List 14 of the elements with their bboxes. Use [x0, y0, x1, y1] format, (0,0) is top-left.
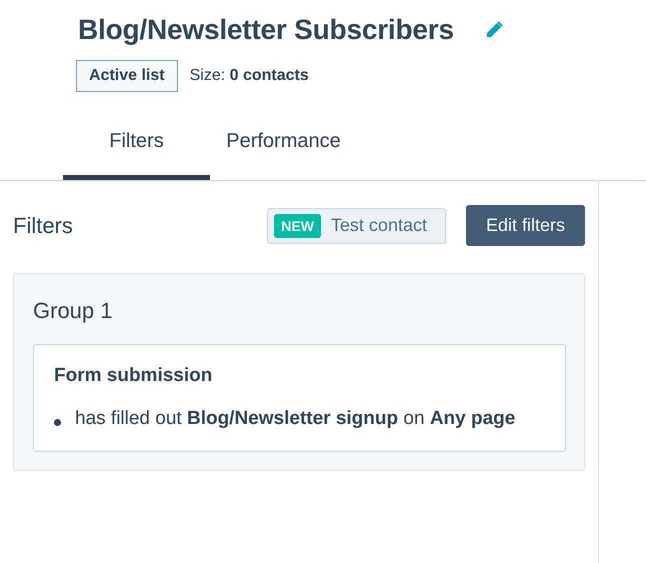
bullet-icon — [54, 419, 61, 426]
new-badge: NEW — [274, 214, 321, 238]
list-title: Blog/Newsletter Subscribers — [78, 14, 454, 46]
test-contact-label: Test contact — [330, 215, 427, 236]
list-size-text: Size: 0 contacts — [190, 67, 309, 85]
tab[interactable]: Performance — [210, 122, 357, 180]
tab[interactable]: Filters — [63, 122, 210, 180]
edit-filters-button[interactable]: Edit filters — [466, 205, 585, 246]
criterion-title: Form submission — [54, 365, 214, 387]
group-title: Group 1 — [33, 298, 114, 324]
list-type-label: Active list — [76, 60, 178, 92]
filters-heading: Filters — [13, 212, 74, 238]
test-contact-button[interactable]: NEW Test contact — [267, 208, 446, 244]
condition-text: has filled out Blog/Newsletter signup on Any page — [75, 407, 516, 431]
